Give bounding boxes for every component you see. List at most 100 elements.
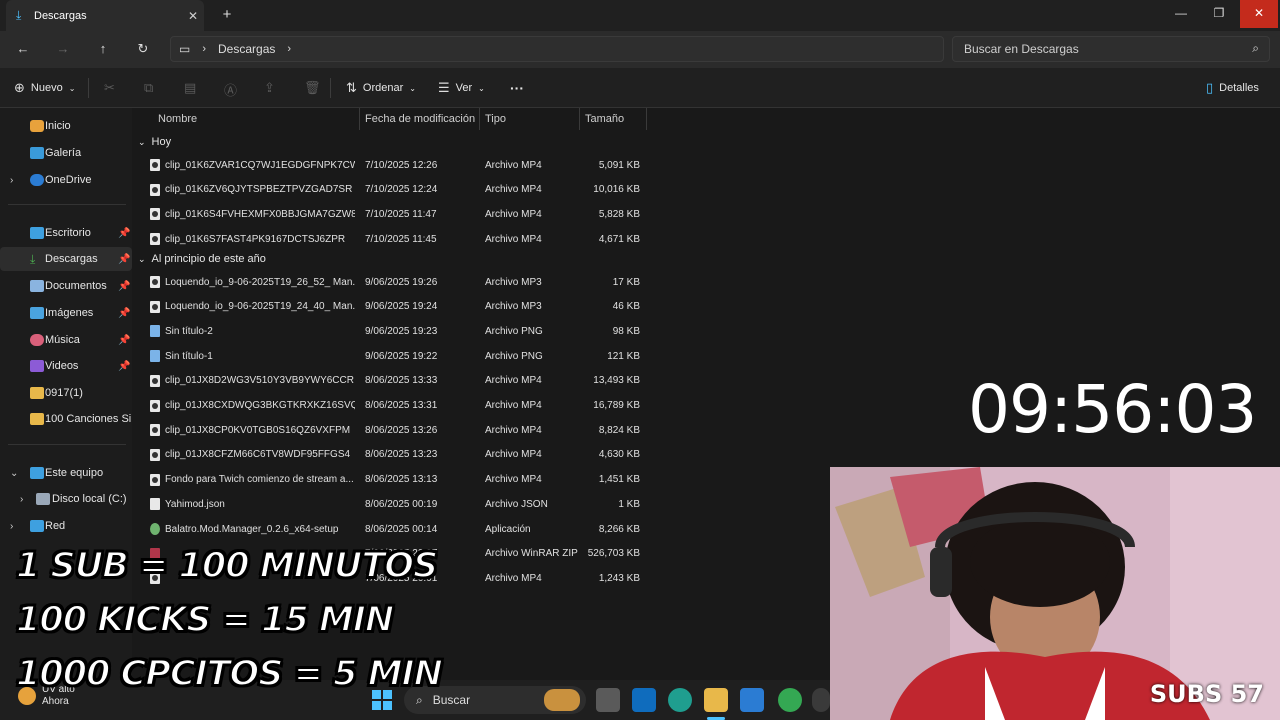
sidebar-item-musica[interactable]: Música 📌 (0, 328, 132, 352)
chrome-icon[interactable] (778, 688, 802, 712)
tab-close-button[interactable]: ✕ (182, 9, 204, 23)
sort-button[interactable]: ⇅ Ordenar ⌄ (346, 80, 416, 96)
file-row[interactable]: clip_01K6ZV6QJYTSPBEZTPVZGAD7SR 7/10/2025… (144, 179, 654, 201)
minimize-button[interactable]: — (1162, 0, 1200, 28)
sidebar-item-folder-canciones[interactable]: 100 Canciones Sin C (0, 407, 148, 431)
forward-arrow-icon[interactable]: → (52, 39, 74, 59)
file-size: 121 KB (607, 350, 640, 362)
mp4-file-icon (150, 399, 160, 412)
details-button[interactable]: ▯ Detalles (1206, 80, 1259, 96)
sidebar-item-videos[interactable]: Videos 📌 (0, 354, 132, 378)
mp4-file-icon (150, 159, 160, 171)
view-list-icon: ☰ (438, 80, 450, 95)
new-tab-button[interactable]: + (218, 6, 236, 24)
up-arrow-icon[interactable]: ↑ (92, 39, 114, 59)
new-button[interactable]: ⊕ Nuevo ⌄ (14, 80, 75, 96)
outlook-icon[interactable] (632, 688, 656, 712)
sidebar-item-escritorio[interactable]: Escritorio 📌 (0, 221, 132, 245)
column-header-name[interactable]: Nombre (158, 108, 197, 130)
close-window-button[interactable]: ✕ (1240, 0, 1278, 28)
store-icon[interactable] (740, 688, 764, 712)
file-date: 8/06/2025 13:23 (365, 449, 438, 461)
file-row[interactable]: clip_01K6S7FAST4PK9167DCTSJ6ZPR 7/10/2025… (144, 228, 654, 250)
file-type: Archivo JSON (485, 498, 548, 510)
gallery-icon (30, 147, 44, 159)
maximize-button[interactable]: ❐ (1200, 0, 1238, 28)
share-icon[interactable]: ⇪ (264, 80, 275, 96)
column-header-size[interactable]: Tamaño (585, 108, 624, 130)
column-header-type[interactable]: Tipo (485, 108, 506, 130)
more-options-button[interactable]: ··· (510, 80, 524, 96)
file-type: Archivo MP3 (485, 301, 542, 313)
sidebar-item-galeria[interactable]: Galería (0, 141, 132, 165)
rename-icon[interactable]: Ⓐ (224, 80, 237, 99)
file-row[interactable]: clip_01JX8CFZM66C6TV8WDF95FFGS4 8/06/2025… (144, 444, 654, 466)
file-size: 5,828 KB (598, 208, 640, 220)
file-size: 13,493 KB (593, 375, 640, 387)
file-type: Archivo WinRAR ZIP (485, 548, 578, 560)
copy-icon[interactable]: ⧉ (144, 80, 153, 96)
file-row[interactable]: clip_01JX8CXDWQG3BKGTKRXKZ16SVQ 8/06/2025… (144, 395, 654, 417)
mp4-file-icon (150, 183, 160, 196)
sidebar-item-documentos[interactable]: Documentos 📌 (0, 274, 132, 298)
file-row[interactable]: Sin título-1 9/06/2025 19:22 Archivo PNG 12… (144, 345, 654, 367)
chevron-down-icon[interactable]: ⌄ (10, 468, 20, 479)
sidebar-item-inicio[interactable]: Inicio (0, 114, 132, 138)
sidebar-item-label: OneDrive (45, 174, 92, 186)
title-bar: ⤓ Descargas ✕ + — ❐ ✕ (0, 0, 1280, 31)
sidebar-item-imagenes[interactable]: Imágenes 📌 (0, 301, 132, 325)
edge-icon[interactable] (668, 688, 692, 712)
back-arrow-icon[interactable]: ← (12, 39, 34, 59)
file-type: Archivo MP4 (485, 449, 542, 461)
breadcrumb-separator[interactable]: › (287, 43, 291, 55)
file-row[interactable]: Loquendo_io_9-06-2025T19_26_52_ Man... 9/… (144, 271, 654, 293)
file-row[interactable]: Sin título-2 9/06/2025 19:23 Archivo PNG 98… (144, 320, 654, 342)
column-header-date[interactable]: Fecha de modificación (365, 108, 475, 130)
view-button[interactable]: ☰ Ver ⌄ (438, 80, 485, 96)
task-view-icon[interactable] (596, 688, 620, 712)
file-row[interactable]: clip_01K6S4FVHEXMFX0BBJGMA7GZW8 7/10/2025… (144, 203, 654, 225)
column-divider[interactable] (646, 108, 647, 130)
mp4-file-icon (150, 374, 160, 387)
pin-icon: 📌 (118, 227, 131, 239)
monitor-icon: ▭ (179, 42, 191, 56)
group-header-today[interactable]: ⌄ Hoy (138, 136, 171, 148)
column-divider[interactable] (479, 108, 480, 130)
search-input[interactable]: Buscar en Descargas ⌕ (952, 36, 1270, 62)
file-row[interactable]: Balatro.Mod.Manager_0.2.6_x64-setup 8/06/… (144, 518, 654, 540)
tab-descargas[interactable]: ⤓ Descargas ✕ (6, 0, 204, 31)
sidebar-item-label: Imágenes (45, 307, 94, 319)
sidebar-item-label: Escritorio (45, 227, 91, 239)
group-header-earlier[interactable]: ⌄ Al principio de este año (138, 253, 266, 265)
file-name: clip_01K6S7FAST4PK9167DCTSJ6ZPR (165, 233, 346, 245)
sidebar-item-red[interactable]: › Red (0, 514, 132, 538)
app-icon[interactable] (812, 688, 830, 712)
paste-icon[interactable]: ▤ (184, 80, 196, 96)
file-name: Loquendo_io_9-06-2025T19_24_40_ Man... (165, 301, 355, 313)
file-row[interactable]: Fondo para Twich comienzo de stream a...… (144, 469, 654, 491)
chevron-right-icon[interactable]: › (10, 175, 20, 186)
cut-icon[interactable]: ✂ (104, 80, 115, 96)
sidebar-item-folder-0917[interactable]: 0917(1) (0, 381, 132, 405)
sidebar-item-label: Red (45, 520, 66, 532)
file-row[interactable]: clip_01JX8D2WG3V510Y3VB9YWY6CCR 8/06/2025… (144, 370, 654, 392)
file-date: 9/06/2025 19:26 (365, 276, 438, 288)
refresh-icon[interactable]: ↻ (132, 39, 154, 59)
delete-icon[interactable]: 🗑 (304, 80, 321, 96)
sidebar-item-este-equipo[interactable]: ⌄ Este equipo (0, 461, 132, 485)
file-row[interactable]: clip_01K6ZVAR1CQ7WJ1EGDGFNPK7CW 7/10/2025… (144, 154, 654, 176)
breadcrumb-descargas[interactable]: Descargas (218, 42, 275, 56)
sidebar-item-onedrive[interactable]: › OneDrive (0, 168, 132, 192)
sidebar-item-disco-local[interactable]: › Disco local (C:) (0, 487, 132, 511)
address-bar[interactable]: ▭ › Descargas › (170, 36, 944, 62)
sidebar-item-descargas[interactable]: ⤓ Descargas 📌 (0, 247, 132, 271)
file-type: Archivo MP4 (485, 233, 542, 245)
file-row[interactable]: Loquendo_io_9-06-2025T19_24_40_ Man... 9/… (144, 296, 654, 318)
chevron-right-icon[interactable]: › (10, 521, 20, 532)
chevron-right-icon[interactable]: › (20, 494, 30, 505)
column-divider[interactable] (359, 108, 360, 130)
file-row[interactable]: clip_01JX8CP0KV0TGB0S16QZ6VXFPM 8/06/2025… (144, 419, 654, 441)
column-divider[interactable] (579, 108, 580, 130)
file-explorer-icon[interactable] (704, 688, 728, 712)
file-row[interactable]: Yahimod.json 8/06/2025 00:19 Archivo JSON 1… (144, 493, 654, 515)
